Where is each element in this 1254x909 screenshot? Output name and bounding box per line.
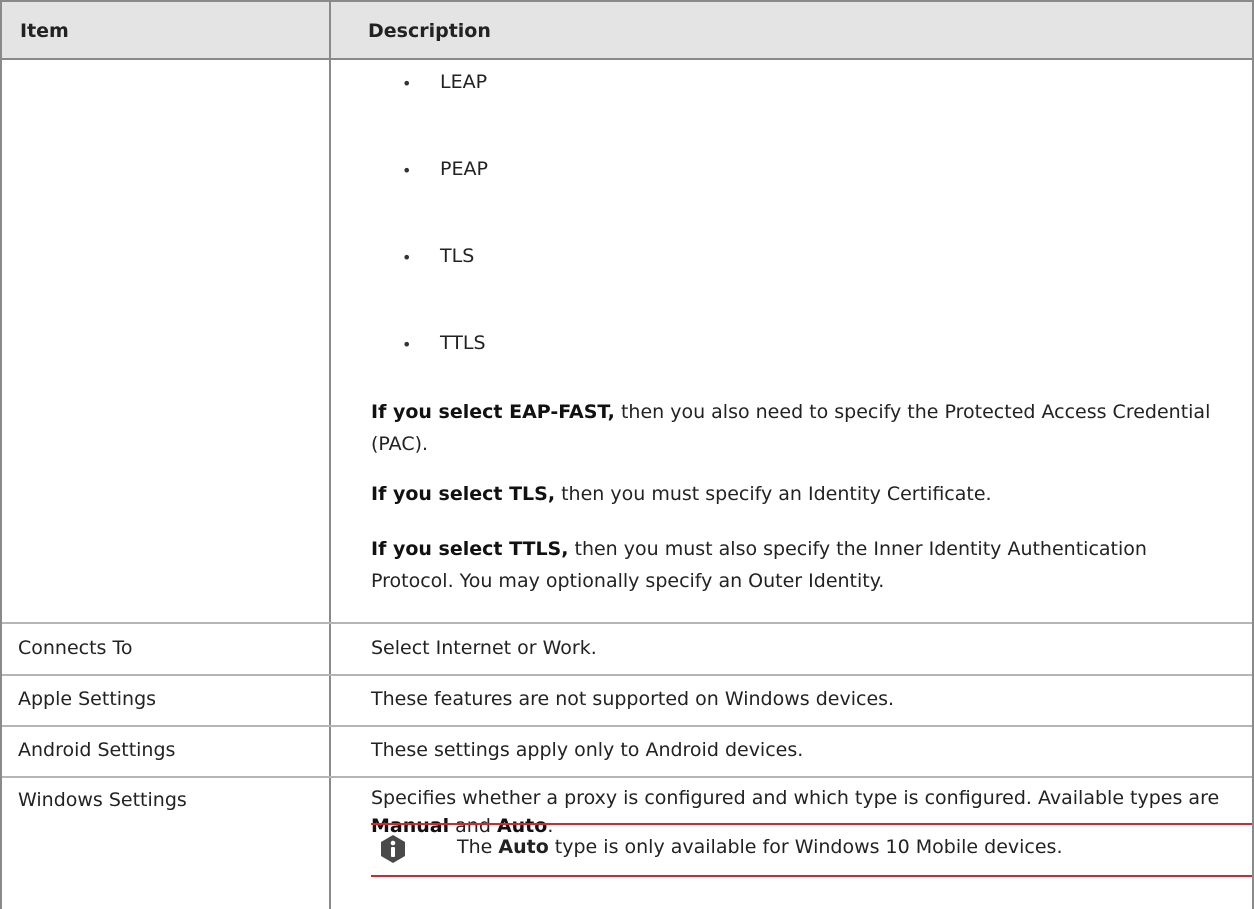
tls-lead: If you select TLS,: [371, 483, 556, 505]
windows-desc-and: and: [449, 815, 497, 837]
bullet-marker: •: [402, 74, 412, 93]
note-auto: Auto: [498, 836, 549, 858]
item-cell: Windows Settings: [18, 789, 187, 811]
bullet-item: PEAP: [440, 158, 488, 180]
note-top-rule: [371, 823, 1252, 825]
bullet-item: TTLS: [440, 332, 486, 354]
table-header: Item Description: [2, 2, 1252, 60]
note-text: The Auto type is only available for Wind…: [457, 836, 1062, 858]
eap-fast-lead: If you select EAP-FAST,: [371, 401, 615, 423]
row-divider: [2, 725, 1252, 727]
bullet-item: LEAP: [440, 71, 488, 93]
item-cell: Connects To: [18, 637, 133, 659]
note-prefix: The: [457, 836, 499, 858]
windows-desc-period: .: [547, 815, 554, 837]
bullet-marker: •: [402, 335, 412, 354]
description-table: Item Description • LEAP • PEAP • TLS • T…: [0, 0, 1254, 909]
table-border-top: [0, 0, 1254, 2]
description-cell: These features are not supported on Wind…: [371, 688, 895, 710]
ttls-lead: If you select TTLS,: [371, 538, 569, 560]
row-divider: [2, 674, 1252, 676]
windows-desc-text: Specifies whether a proxy is configured …: [371, 787, 1220, 809]
info-icon: [378, 834, 408, 864]
item-cell: Android Settings: [18, 739, 176, 761]
note-bottom-rule: [371, 875, 1252, 877]
bullet-item: TLS: [440, 245, 475, 267]
eap-fast-paragraph: If you select EAP-FAST, then you also ne…: [371, 396, 1231, 460]
windows-description: Specifies whether a proxy is configured …: [371, 784, 1231, 840]
ttls-paragraph: If you select TTLS, then you must also s…: [371, 533, 1231, 597]
row-divider: [2, 622, 1252, 624]
description-cell: Select Internet or Work.: [371, 637, 597, 659]
bullet-marker: •: [402, 248, 412, 267]
auto-type: Auto: [496, 815, 548, 837]
tls-paragraph: If you select TLS, then you must specify…: [371, 478, 1231, 510]
item-column-header: Item: [20, 20, 69, 42]
item-cell: Apple Settings: [18, 688, 157, 710]
bullet-marker: •: [402, 161, 412, 180]
note-suffix: type is only available for Windows 10 Mo…: [548, 836, 1063, 858]
description-column-header: Description: [368, 20, 491, 42]
description-cell: These settings apply only to Android dev…: [371, 739, 804, 761]
table-border-left: [0, 0, 2, 909]
row-divider: [2, 776, 1252, 778]
tls-text: then you must specify an Identity Certif…: [555, 483, 992, 505]
column-divider: [329, 0, 331, 909]
